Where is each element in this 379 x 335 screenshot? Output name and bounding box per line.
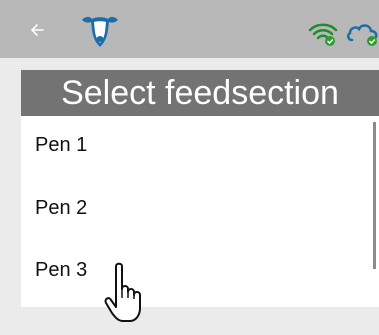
app-bar: [0, 0, 379, 58]
dialog-title: Select feedsection: [21, 70, 379, 116]
list-item-pen-1[interactable]: Pen 1: [35, 134, 87, 157]
cow-logo-icon: [82, 16, 118, 47]
back-arrow-icon[interactable]: [28, 20, 48, 40]
hand-pointer-icon: [104, 262, 141, 322]
app-screen: Select feedsection Pen 1 Pen 2 Pen 3: [0, 0, 379, 335]
cloud-sync-icon: [347, 24, 378, 46]
list-item-pen-2[interactable]: Pen 2: [35, 197, 87, 220]
select-feedsection-dialog: Select feedsection Pen 1 Pen 2 Pen 3: [21, 70, 379, 307]
wifi-icon: [308, 23, 338, 46]
scrollbar[interactable]: [373, 122, 376, 269]
list-item-pen-3[interactable]: Pen 3: [35, 259, 87, 282]
